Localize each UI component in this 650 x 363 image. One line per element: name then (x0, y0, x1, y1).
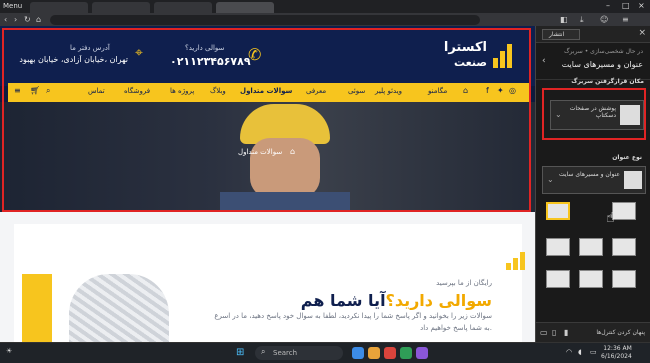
layout-option[interactable] (612, 202, 636, 220)
layout-option[interactable] (579, 270, 603, 288)
chevron-down-icon: ⌄ (547, 175, 554, 184)
back-icon[interactable]: ‹ (4, 15, 7, 24)
faq-illustration (69, 274, 169, 342)
customizer-footer: پنهان کردن کنترل‌ها ▭ ▯ ▮ (536, 322, 650, 342)
reload-icon[interactable]: ↻ (24, 15, 31, 24)
faq-title: سوالی دارید؟آیا شما هم (301, 291, 492, 310)
layout-option[interactable] (546, 238, 570, 256)
header-location-label: مکان قرارگرفتن سربرگ (571, 78, 644, 85)
weather-widget[interactable]: ☀ (6, 347, 12, 355)
tablet-preview-icon[interactable]: ▯ (552, 328, 556, 337)
windows-start-icon[interactable]: ⊞ (236, 347, 244, 358)
title-type-value: عنوان و مسیرهای سایت (559, 171, 620, 178)
profile-icon[interactable]: ☺ (600, 15, 608, 24)
browser-tab-active[interactable] (216, 2, 274, 13)
layout-thumb (624, 171, 642, 189)
taskbar-app-icon[interactable] (416, 347, 428, 359)
faq-text-line: سوالات زیر را بخوانید و اگر پاسخ شما را … (214, 312, 492, 320)
extensions-icon[interactable]: ◧ (560, 15, 568, 24)
download-icon[interactable]: ⤓ (580, 15, 584, 25)
back-arrow-icon[interactable]: ‹ (542, 56, 546, 66)
layout-option[interactable] (612, 238, 636, 256)
clock-date: 6/16/2024 (601, 353, 632, 360)
customizer-section-header: ‹ در حال شخصی‌سازی • سربرگ عنوان و مسیره… (536, 44, 650, 80)
minimize-icon[interactable]: – (606, 1, 610, 10)
header-location-select[interactable]: پوشش در صفحات دسکتاپ ⌄ (550, 100, 644, 130)
desktop-preview-icon[interactable]: ▭ (540, 328, 548, 337)
title-layout-options: ☝ (546, 198, 642, 288)
header-location-control: مکان قرارگرفتن سربرگ پوشش در صفحات دسکتا… (542, 78, 646, 140)
browser-tab[interactable] (30, 2, 88, 13)
customizer-breadcrumb: در حال شخصی‌سازی • سربرگ (564, 48, 643, 55)
browser-tab[interactable] (154, 2, 212, 13)
title-type-label: نوع عنوان (612, 154, 642, 161)
taskbar-app-icon[interactable] (368, 347, 380, 359)
battery-icon[interactable]: ▭ (590, 348, 597, 356)
close-icon[interactable]: × (638, 28, 646, 38)
publish-button[interactable]: انتشار (542, 29, 580, 40)
taskbar-app-icon[interactable] (400, 347, 412, 359)
close-window-icon[interactable]: × (638, 1, 645, 10)
wifi-icon[interactable]: ◠ (566, 348, 572, 356)
taskbar-app-icon[interactable] (384, 347, 396, 359)
header-highlight-box (2, 28, 531, 212)
faq-text-line: به شما پاسخ خواهیم داد. (420, 324, 492, 332)
decor-block (22, 274, 52, 342)
chevron-down-icon: ⌄ (555, 110, 562, 119)
taskbar-search[interactable]: ⌕ Search (255, 346, 343, 360)
taskbar-search-label: Search (273, 349, 298, 357)
header-location-value: پوشش در صفحات دسکتاپ (569, 105, 616, 119)
taskbar-app-icon[interactable] (352, 347, 364, 359)
faq-card: رایگان از ما بپرسید سوالی دارید؟آیا شما … (14, 224, 525, 342)
search-icon: ⌕ (261, 347, 266, 356)
layout-option[interactable] (546, 202, 570, 220)
customizer-toolbar: انتشار × (536, 26, 650, 43)
settings-icon[interactable]: ≡ (622, 15, 629, 24)
title-type-select[interactable]: عنوان و مسیرهای سایت ⌄ (542, 166, 646, 194)
faq-kicker: رایگان از ما بپرسید (436, 279, 492, 287)
layout-option[interactable] (546, 270, 570, 288)
browser-tab-bar: Menu – □ × (0, 0, 650, 13)
layout-option[interactable] (579, 238, 603, 256)
clock-time: 12:36 AM (603, 345, 632, 352)
section-bars-icon (506, 252, 526, 270)
customizer-section-title: عنوان و مسیرهای سایت (561, 60, 643, 69)
url-field[interactable] (50, 15, 480, 25)
faq-title-highlight: سوالی دارید؟ (385, 291, 492, 310)
layout-option[interactable] (612, 270, 636, 288)
forward-icon[interactable]: › (14, 15, 17, 24)
customizer-panel: انتشار × ‹ در حال شخصی‌سازی • سربرگ عنوا… (535, 26, 650, 342)
taskbar-clock[interactable]: 12:36 AM 6/16/2024 (601, 345, 632, 361)
volume-icon[interactable]: ◖ (578, 348, 582, 356)
mobile-preview-icon[interactable]: ▮ (564, 328, 568, 337)
browser-address-bar: ‹ › ↻ ⌂ ◧ ⤓ ☺ ≡ (0, 13, 650, 26)
browser-tab[interactable] (92, 2, 150, 13)
faq-title-lead: آیا شما هم (300, 291, 386, 310)
browser-menu[interactable]: Menu (3, 2, 22, 10)
layout-thumb (620, 105, 640, 125)
hand-cursor-icon: ☝ (606, 210, 615, 226)
hide-controls-label[interactable]: پنهان کردن کنترل‌ها (596, 329, 645, 336)
windows-taskbar: ☀ ⊞ ⌕ Search ◠ ◖ ▭ 12:36 AM 6/16/2024 (0, 342, 650, 363)
faq-section: رایگان از ما بپرسید سوالی دارید؟آیا شما … (0, 212, 535, 342)
publish-label: انتشار (549, 31, 565, 38)
maximize-icon[interactable]: □ (622, 1, 630, 10)
screen: Menu – □ × ‹ › ↻ ⌂ ◧ ⤓ ☺ ≡ اکسترا صنعت ✆ (0, 0, 650, 363)
home-icon[interactable]: ⌂ (36, 15, 41, 24)
